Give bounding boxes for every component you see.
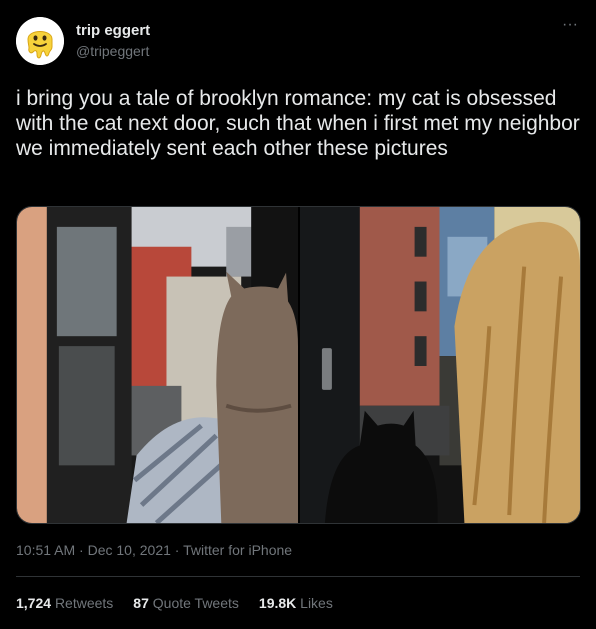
author-block: trip eggert @tripeggert <box>76 22 150 61</box>
tweet-text: i bring you a tale of brooklyn romance: … <box>16 87 580 160</box>
tweet-time[interactable]: 10:51 AM <box>16 542 75 558</box>
meta-separator: · <box>79 542 84 558</box>
tweet-source[interactable]: Twitter for iPhone <box>183 542 292 558</box>
tweet: trip eggert @tripeggert ··· i bring you … <box>0 0 596 629</box>
melting-face-emoji-icon <box>16 17 64 65</box>
likes-stat[interactable]: 19.8K Likes <box>259 593 333 613</box>
retweets-label: Retweets <box>54 595 114 611</box>
photo-black-cat[interactable] <box>300 207 580 523</box>
quotes-label: Quote Tweets <box>152 595 239 611</box>
display-name[interactable]: trip eggert <box>76 22 150 40</box>
black-cat-at-window-photo <box>300 207 580 523</box>
grey-cat-at-window-photo <box>17 207 298 523</box>
quotes-count: 87 <box>133 595 149 611</box>
meta-separator: · <box>174 542 180 558</box>
tweet-meta: 10:51 AM · Dec 10, 2021 · Twitter for iP… <box>16 540 292 560</box>
retweets-stat[interactable]: 1,724 Retweets <box>16 593 113 613</box>
engagement-stats: 1,724 Retweets 87 Quote Tweets 19.8K Lik… <box>16 593 353 613</box>
tweet-date[interactable]: Dec 10, 2021 <box>88 542 171 558</box>
retweets-count: 1,724 <box>16 595 52 611</box>
quotes-stat[interactable]: 87 Quote Tweets <box>133 593 239 613</box>
more-horizontal-icon[interactable]: ··· <box>560 17 580 34</box>
photo-grey-cat[interactable] <box>17 207 298 523</box>
divider <box>16 576 580 577</box>
likes-label: Likes <box>300 595 333 611</box>
avatar[interactable] <box>16 17 64 65</box>
handle[interactable]: @tripeggert <box>76 41 150 61</box>
media-grid <box>16 206 581 524</box>
likes-count: 19.8K <box>258 595 297 611</box>
